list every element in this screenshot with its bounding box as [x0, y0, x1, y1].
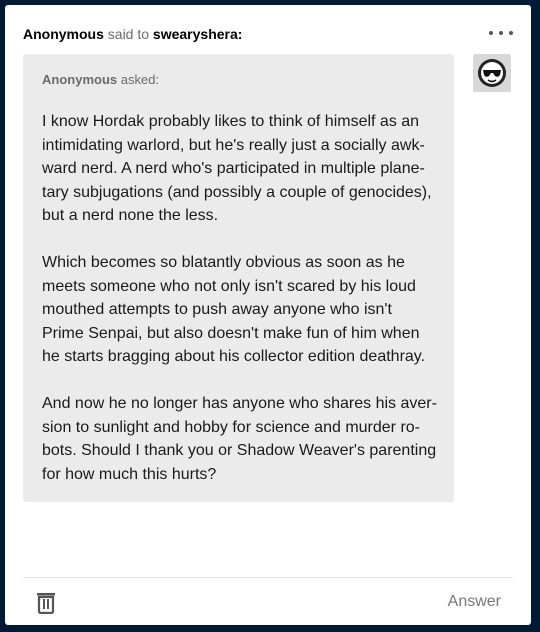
- question-paragraph: And now he no longer has anyone who shar…: [42, 395, 437, 483]
- footer-divider: [23, 577, 513, 578]
- asker-line: Anonymous asked:: [42, 72, 159, 87]
- question-text: I know Hordak probably likes to think of…: [42, 110, 437, 510]
- ask-header: Anonymous said to swearyshera:: [23, 26, 513, 44]
- ask-card: Anonymous said to swearyshera: Anonymous…: [5, 5, 531, 625]
- anonymous-avatar: [473, 54, 511, 92]
- sunglasses-face-icon: [478, 59, 506, 87]
- question-paragraph: I know Hordak probably likes to think of…: [42, 113, 432, 224]
- more-options-icon[interactable]: [489, 26, 513, 40]
- answer-button[interactable]: Answer: [448, 593, 501, 611]
- asked-label: asked:: [120, 72, 160, 87]
- said-to-text: said to: [107, 26, 150, 42]
- question-bubble: Anonymous asked: I know Hordak probably …: [23, 54, 454, 502]
- recipient-blog[interactable]: swearyshera:: [153, 26, 243, 42]
- asker-name: Anonymous: [42, 72, 118, 87]
- sender-name[interactable]: Anonymous: [23, 26, 104, 42]
- question-paragraph: Which becomes so blatantly obvious as so…: [42, 254, 426, 365]
- trash-icon[interactable]: [35, 590, 57, 615]
